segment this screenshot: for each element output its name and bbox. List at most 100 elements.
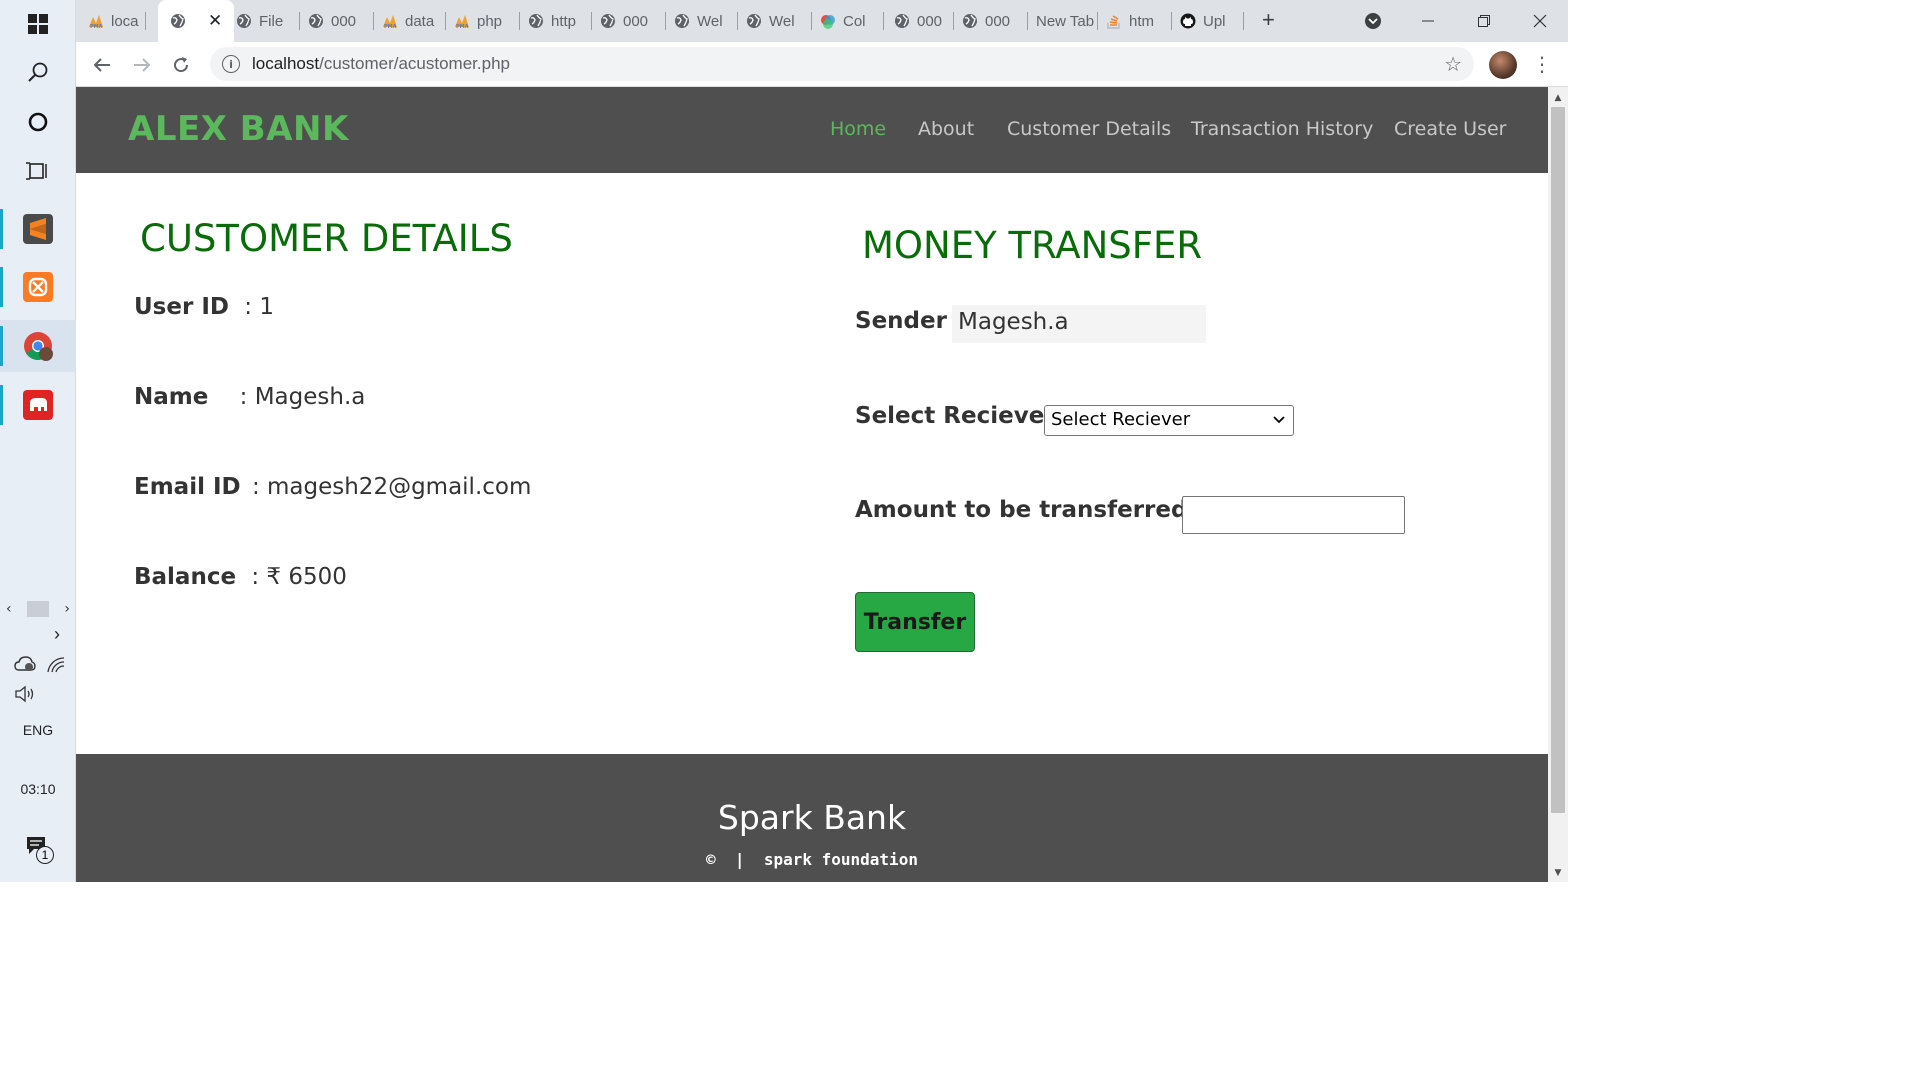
browser-tab[interactable]: PMA php bbox=[454, 8, 520, 34]
onedrive-cloud-icon[interactable] bbox=[14, 656, 36, 676]
scroll-left-icon[interactable]: ‹ bbox=[6, 601, 12, 617]
tab-label: htm bbox=[1129, 12, 1155, 30]
tab-label: Wel bbox=[697, 12, 723, 30]
scroll-right-icon[interactable]: › bbox=[64, 601, 70, 617]
bookmark-star-icon[interactable]: ☆ bbox=[1444, 52, 1462, 76]
show-hidden-icons-chevron-icon[interactable]: › bbox=[0, 624, 76, 645]
tab-label: 000 bbox=[331, 12, 357, 30]
phpmyadmin-icon: PMA bbox=[383, 15, 397, 29]
forward-arrow-icon[interactable] bbox=[128, 52, 156, 78]
amount-input[interactable] bbox=[1182, 496, 1405, 534]
tab-label: 000 bbox=[917, 12, 943, 30]
clock-time[interactable]: 03:10 bbox=[0, 781, 76, 797]
tab-label: php bbox=[477, 12, 503, 30]
profile-avatar[interactable] bbox=[1489, 51, 1517, 79]
browser-tab[interactable]: PMA data bbox=[382, 8, 446, 34]
notification-count-badge: 1 bbox=[36, 846, 54, 864]
taskbar-app-xampp[interactable] bbox=[0, 261, 76, 313]
search-icon[interactable] bbox=[0, 48, 76, 96]
user-id-label: User ID bbox=[134, 294, 229, 320]
reload-icon[interactable] bbox=[167, 52, 195, 78]
page-viewport: ALEX BANK Home About Customer Details Tr… bbox=[76, 87, 1548, 882]
phpmyadmin-icon: PMA bbox=[89, 15, 103, 29]
back-arrow-icon[interactable] bbox=[88, 52, 116, 78]
address-bar[interactable]: i localhost/customer/acustomer.php ☆ bbox=[210, 47, 1474, 81]
taskbar-app-chrome[interactable] bbox=[0, 320, 76, 372]
tab-label: 000 bbox=[985, 12, 1011, 30]
tab-label: Upl bbox=[1203, 12, 1226, 30]
globe-icon bbox=[747, 14, 761, 28]
chevron-down-icon bbox=[1273, 409, 1285, 428]
browser-menu-icon[interactable]: ⋮ bbox=[1532, 52, 1552, 76]
close-window-icon[interactable] bbox=[1512, 0, 1568, 42]
globe-icon bbox=[675, 14, 689, 28]
browser-tab[interactable]: Col bbox=[820, 8, 884, 34]
tab-search-icon[interactable] bbox=[1345, 0, 1401, 42]
notification-icon[interactable]: 1 bbox=[26, 836, 54, 864]
site-footer: Spark Bank © | spark foundation bbox=[76, 754, 1548, 882]
nav-home[interactable]: Home bbox=[830, 118, 886, 140]
browser-tab[interactable]: New Tab bbox=[1036, 8, 1098, 34]
tab-label: 000 bbox=[623, 12, 649, 30]
volume-icon[interactable] bbox=[14, 685, 36, 707]
svg-text:PMA: PMA bbox=[456, 24, 469, 29]
globe-icon bbox=[529, 14, 543, 28]
svg-text:PMA: PMA bbox=[384, 24, 397, 29]
scroll-up-icon[interactable]: ▲ bbox=[1548, 89, 1568, 107]
tab-label: loca bbox=[111, 12, 139, 30]
tab-label: Col bbox=[843, 12, 866, 30]
email-row: Email ID : magesh22@gmail.com bbox=[134, 474, 531, 500]
browser-tab[interactable]: Wel bbox=[674, 8, 738, 34]
new-tab-button[interactable]: + bbox=[1262, 7, 1275, 33]
minimize-window-icon[interactable] bbox=[1400, 0, 1456, 42]
wifi-icon[interactable] bbox=[46, 656, 66, 678]
transfer-button[interactable]: Transfer bbox=[855, 592, 975, 652]
globe-icon bbox=[895, 14, 909, 28]
task-view-icon[interactable] bbox=[0, 147, 76, 195]
language-indicator[interactable]: ENG bbox=[0, 722, 76, 738]
site-info-icon[interactable]: i bbox=[222, 55, 240, 73]
svg-text:PMA: PMA bbox=[90, 24, 103, 29]
email-label: Email ID bbox=[134, 474, 241, 500]
nav-about[interactable]: About bbox=[918, 118, 974, 140]
scrollbar-thumb[interactable] bbox=[1551, 107, 1565, 813]
nav-transaction-history[interactable]: Transaction History bbox=[1191, 118, 1373, 140]
browser-tab[interactable]: Upl bbox=[1180, 8, 1244, 34]
browser-tab[interactable]: 000 bbox=[308, 8, 374, 34]
tab-active[interactable]: ✕ bbox=[158, 0, 234, 42]
sender-field[interactable]: Magesh.a bbox=[952, 305, 1206, 343]
sublime-text-icon bbox=[23, 214, 53, 244]
browser-tab[interactable]: Wel bbox=[746, 8, 812, 34]
nav-customer-details[interactable]: Customer Details bbox=[1007, 118, 1171, 140]
browser-tab[interactable]: http bbox=[528, 8, 592, 34]
tray-scroll-thumb[interactable] bbox=[27, 601, 49, 617]
page-scrollbar[interactable]: ▲ ▼ bbox=[1548, 87, 1568, 882]
amount-label: Amount to be transferred₹: bbox=[855, 497, 1213, 523]
receiver-select[interactable]: Select Reciever bbox=[1044, 405, 1294, 436]
footer-copyright: © | spark foundation bbox=[706, 850, 918, 869]
browser-tab[interactable]: htm bbox=[1106, 8, 1172, 34]
restore-window-icon[interactable] bbox=[1456, 0, 1512, 42]
browser-tab[interactable]: 000 bbox=[894, 8, 954, 34]
windows-logo-icon[interactable] bbox=[0, 0, 76, 48]
browser-tab[interactable]: 000 bbox=[600, 8, 666, 34]
taskbar-app-elephant[interactable] bbox=[0, 379, 76, 431]
close-tab-icon[interactable]: ✕ bbox=[208, 11, 222, 31]
scroll-down-icon[interactable]: ▼ bbox=[1548, 864, 1568, 882]
tray-scroller[interactable]: ‹ › bbox=[0, 598, 76, 620]
browser-tab[interactable]: 000 bbox=[962, 8, 1028, 34]
balance-value: : ₹ 6500 bbox=[251, 564, 347, 590]
browser-tab[interactable]: PMA loca bbox=[88, 8, 146, 34]
globe-icon bbox=[237, 14, 251, 28]
nav-create-user[interactable]: Create User bbox=[1394, 118, 1506, 140]
brand-logo[interactable]: ALEX BANK bbox=[128, 109, 349, 149]
cortana-circle-icon[interactable] bbox=[0, 98, 76, 146]
url-text[interactable]: localhost/customer/acustomer.php bbox=[252, 54, 510, 74]
github-icon bbox=[1180, 13, 1196, 29]
windows-taskbar: ‹ › › ENG 03:10 1 bbox=[0, 0, 76, 882]
taskbar-app-sublime[interactable] bbox=[0, 203, 76, 255]
name-label: Name bbox=[134, 384, 209, 410]
site-navbar: ALEX BANK Home About Customer Details Tr… bbox=[76, 87, 1548, 173]
elephant-icon bbox=[23, 390, 53, 420]
browser-tab[interactable]: File bbox=[236, 8, 300, 34]
